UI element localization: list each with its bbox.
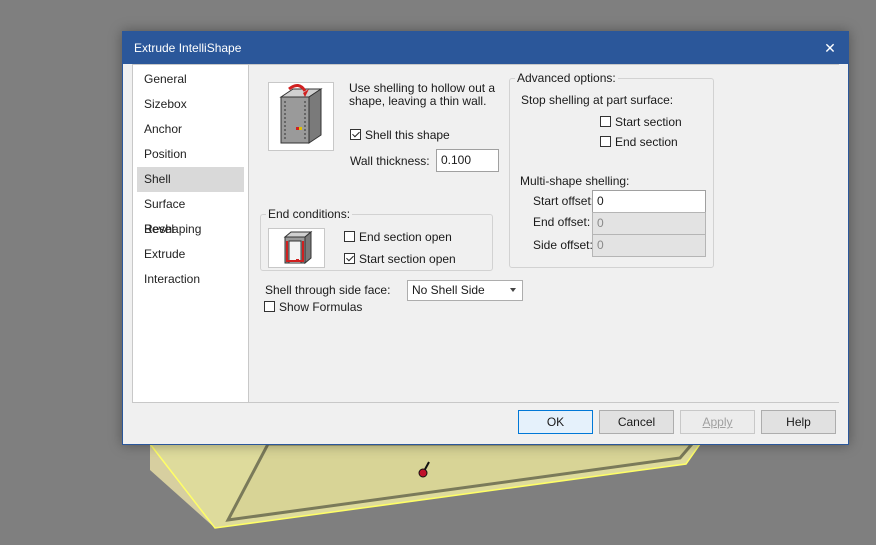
advanced-end-section-checkbox[interactable]: End section (600, 134, 678, 149)
end-offset-label: End offset: (533, 215, 591, 229)
show-formulas-box[interactable] (264, 301, 275, 312)
nav-item-shell[interactable]: Shell (137, 167, 244, 192)
end-section-open-checkbox[interactable]: End section open (344, 229, 452, 244)
nav-item-general[interactable]: General (137, 67, 244, 92)
advanced-start-section-checkbox[interactable]: Start section (600, 114, 682, 129)
shape-inner-face (225, 442, 696, 522)
end-conditions-title: End conditions: (266, 207, 353, 221)
anchor-point (418, 468, 428, 478)
start-section-open-box[interactable] (344, 253, 355, 264)
show-formulas-checkbox[interactable]: Show Formulas (264, 299, 362, 314)
property-nav: General Sizebox Anchor Position Shell Su… (132, 64, 249, 403)
nav-item-surface-reshaping[interactable]: Surface Reshaping (137, 192, 244, 236)
shell-this-shape-label: Shell this shape (365, 127, 450, 142)
apply-button[interactable]: Apply (680, 410, 755, 434)
advanced-start-section-label: Start section (615, 114, 682, 129)
chevron-down-icon (510, 288, 516, 292)
nav-item-position[interactable]: Position (137, 142, 244, 167)
start-offset-label: Start offset: (533, 194, 595, 208)
shell-illustration (268, 82, 334, 151)
shell-side-dropdown[interactable]: No Shell Side (407, 280, 523, 301)
advanced-end-section-box[interactable] (600, 136, 611, 147)
advanced-start-section-box[interactable] (600, 116, 611, 127)
shell-this-shape-checkbox[interactable]: Shell this shape (350, 127, 450, 142)
shell-side-selected: No Shell Side (412, 283, 485, 297)
side-offset-input[interactable]: 0 (592, 234, 706, 257)
nav-item-extrude[interactable]: Extrude (137, 242, 244, 267)
apply-button-label: Apply (702, 415, 733, 429)
help-button[interactable]: Help (761, 410, 836, 434)
close-icon[interactable]: ✕ (822, 40, 838, 56)
nav-item-interaction[interactable]: Interaction (137, 267, 244, 292)
end-conditions-illustration (268, 228, 325, 268)
side-offset-label: Side offset: (533, 238, 593, 252)
end-section-open-label: End section open (359, 229, 452, 244)
dialog-title: Extrude IntelliShape (134, 41, 242, 55)
cancel-button[interactable]: Cancel (599, 410, 674, 434)
wall-thickness-label: Wall thickness: (350, 154, 430, 168)
nav-item-sizebox[interactable]: Sizebox (137, 92, 244, 117)
stop-shelling-label: Stop shelling at part surface: (521, 93, 674, 107)
shell-description: Use shelling to hollow out a shape, leav… (349, 81, 496, 108)
wall-thickness-input[interactable]: 0.100 (436, 149, 499, 172)
nav-item-anchor[interactable]: Anchor (137, 117, 244, 142)
start-section-open-checkbox[interactable]: Start section open (344, 251, 456, 266)
shell-this-shape-box[interactable] (350, 129, 361, 140)
advanced-end-section-label: End section (615, 134, 678, 149)
extrude-intellishape-dialog: Extrude IntelliShape ✕ General Sizebox A… (122, 31, 849, 445)
shell-side-label: Shell through side face: (265, 283, 391, 297)
start-offset-input[interactable]: 0 (592, 190, 706, 213)
advanced-options-title: Advanced options: (515, 71, 618, 85)
dialog-titlebar[interactable]: Extrude IntelliShape ✕ (123, 32, 848, 64)
show-formulas-label: Show Formulas (279, 299, 363, 314)
start-section-open-label: Start section open (359, 251, 456, 266)
end-section-open-box[interactable] (344, 231, 355, 242)
multi-shape-label: Multi-shape shelling: (520, 174, 630, 188)
end-offset-input[interactable]: 0 (592, 212, 706, 235)
ok-button[interactable]: OK (518, 410, 593, 434)
